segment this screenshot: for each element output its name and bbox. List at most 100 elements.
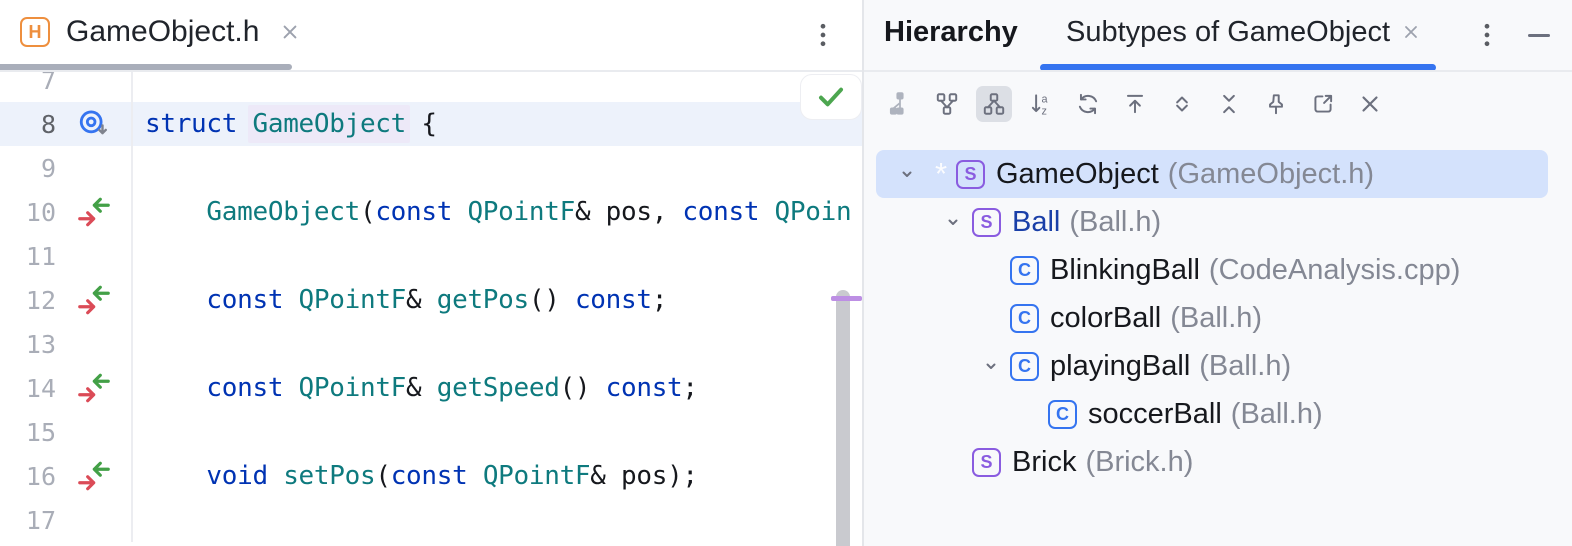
- nav-arrows-gutter-icon[interactable]: [75, 370, 113, 406]
- struct-icon: S: [972, 208, 1001, 237]
- sort-alphabetically-icon[interactable]: az: [1023, 86, 1059, 122]
- tree-item-GameObject[interactable]: *SGameObject(GameObject.h): [876, 150, 1548, 198]
- tab-close-icon[interactable]: [277, 19, 303, 45]
- line-number: 12: [0, 286, 56, 315]
- code-segment: void: [206, 461, 283, 491]
- editor-line[interactable]: 11: [0, 234, 862, 278]
- hierarchy-options-kebab-icon[interactable]: [1468, 16, 1506, 54]
- code-segment: QPointF: [299, 373, 406, 403]
- header-file-icon: H: [20, 17, 50, 47]
- tree-item-name: Ball: [1012, 206, 1060, 239]
- tree-item-colorBall[interactable]: CcolorBall(Ball.h): [876, 294, 1548, 342]
- tree-item-Ball[interactable]: S Ball (Ball.h): [876, 198, 1548, 246]
- code-segment: const: [375, 197, 467, 227]
- code-segment: getSpeed: [437, 373, 560, 403]
- ide-window: 78struct GameObject {910 GameObject(cons…: [0, 0, 1572, 546]
- chevron-slot-empty: [972, 299, 1010, 337]
- editor-tab-gameobject-h[interactable]: H GameObject.h: [0, 0, 303, 64]
- code-segment: const: [606, 373, 683, 403]
- code-segment: QPoin: [775, 197, 852, 227]
- line-number: 11: [0, 242, 56, 271]
- tree-item-file: (Brick.h): [1085, 446, 1193, 479]
- gutter: [56, 102, 131, 146]
- code-line-text[interactable]: [131, 146, 862, 190]
- supertypes-hierarchy-icon[interactable]: [929, 86, 965, 122]
- hide-tool-window-icon[interactable]: [1520, 16, 1558, 54]
- code-line-text[interactable]: [131, 498, 862, 542]
- tree-item-file: (GameObject.h): [1168, 158, 1374, 191]
- expand-all-icon[interactable]: [1164, 86, 1200, 122]
- hierarchy-toolbar: az: [882, 86, 1388, 122]
- line-number: 9: [0, 154, 56, 183]
- tab-subtypes-of-gameobject[interactable]: Subtypes of GameObject: [1066, 0, 1390, 64]
- tree-item-file: (CodeAnalysis.cpp): [1209, 254, 1460, 287]
- editor-options-kebab-icon[interactable]: [804, 16, 842, 54]
- code-segment: [145, 285, 206, 315]
- class-icon: C: [1010, 256, 1039, 285]
- code-line-text[interactable]: struct GameObject {: [131, 102, 862, 146]
- editor-panel-splitter[interactable]: [862, 0, 864, 546]
- code-segment: (: [360, 197, 375, 227]
- nav-arrows-gutter-icon[interactable]: [75, 194, 113, 230]
- nav-arrows-gutter-icon[interactable]: [75, 458, 113, 494]
- move-up-icon[interactable]: [1117, 86, 1153, 122]
- code-segment: & pos);: [590, 461, 697, 491]
- editor-line[interactable]: 17: [0, 498, 862, 542]
- code-segment: QPointF: [483, 461, 590, 491]
- hierarchy-tab-close-icon[interactable]: [1392, 13, 1430, 51]
- hierarchy-header: Hierarchy Subtypes of GameObject: [864, 0, 1572, 70]
- editor-line[interactable]: 14 const QPointF& getSpeed() const;: [0, 366, 862, 410]
- code-line-text[interactable]: const QPointF& getPos() const;: [131, 278, 862, 322]
- editor-line[interactable]: 13: [0, 322, 862, 366]
- class-icon: C: [1048, 400, 1077, 429]
- code-segment: GameObject: [206, 197, 360, 227]
- code-line-text[interactable]: [131, 322, 862, 366]
- code-segment: struct: [145, 109, 252, 139]
- collapse-all-icon[interactable]: [1211, 86, 1247, 122]
- class-hierarchy-icon: [882, 86, 918, 122]
- editor-line[interactable]: 16 void setPos(const QPointF& pos);: [0, 454, 862, 498]
- chevron-down-icon[interactable]: [972, 347, 1010, 385]
- code-segment: &: [406, 373, 437, 403]
- line-number: 17: [0, 506, 56, 535]
- active-tab-underline: [0, 64, 292, 70]
- code-segment: GameObject: [248, 105, 410, 143]
- editor-line[interactable]: 9: [0, 146, 862, 190]
- code-line-text[interactable]: [131, 234, 862, 278]
- refresh-icon[interactable]: [1070, 86, 1106, 122]
- code-segment: [145, 197, 206, 227]
- tree-item-playingBall[interactable]: CplayingBall(Ball.h): [876, 342, 1548, 390]
- editor-scrollbar-thumb[interactable]: [836, 290, 850, 546]
- editor-line[interactable]: 15: [0, 410, 862, 454]
- editor-code-area[interactable]: 78struct GameObject {910 GameObject(cons…: [0, 58, 862, 542]
- tree-item-file: (Ball.h): [1069, 206, 1161, 239]
- chevron-slot-empty: [1010, 395, 1048, 433]
- code-line-text[interactable]: [131, 410, 862, 454]
- code-segment: (): [529, 285, 575, 315]
- tree-item-Brick[interactable]: SBrick(Brick.h): [876, 438, 1548, 486]
- close-icon[interactable]: [1352, 86, 1388, 122]
- open-in-new-window-icon[interactable]: [1305, 86, 1341, 122]
- editor-line[interactable]: 10 GameObject(const QPointF& pos, const …: [0, 190, 862, 234]
- class-icon: C: [1010, 352, 1039, 381]
- code-segment: &: [406, 285, 437, 315]
- inspections-widget[interactable]: [800, 74, 862, 120]
- code-line-text[interactable]: GameObject(const QPointF& pos, const QPo…: [131, 190, 862, 234]
- gutter: [56, 190, 131, 234]
- code-line-text[interactable]: void setPos(const QPointF& pos);: [131, 454, 862, 498]
- chevron-down-icon[interactable]: [934, 203, 972, 241]
- nav-arrows-gutter-icon[interactable]: [75, 282, 113, 318]
- pin-icon[interactable]: [1258, 86, 1294, 122]
- tree-item-BlinkingBall[interactable]: CBlinkingBall(CodeAnalysis.cpp): [876, 246, 1548, 294]
- chevron-down-icon[interactable]: [888, 155, 926, 193]
- editor-line[interactable]: 8struct GameObject {: [0, 102, 862, 146]
- tree-item-name: soccerBall: [1088, 398, 1222, 431]
- tree-item-file: (Ball.h): [1170, 302, 1262, 335]
- editor-line[interactable]: 12 const QPointF& getPos() const;: [0, 278, 862, 322]
- code-line-text[interactable]: const QPointF& getSpeed() const;: [131, 366, 862, 410]
- subtypes-hierarchy-icon[interactable]: [976, 86, 1012, 122]
- tree-item-soccerBall[interactable]: CsoccerBall(Ball.h): [876, 390, 1548, 438]
- line-number: 16: [0, 462, 56, 491]
- code-segment: QPointF: [299, 285, 406, 315]
- subclassed-gutter-icon[interactable]: [77, 107, 111, 141]
